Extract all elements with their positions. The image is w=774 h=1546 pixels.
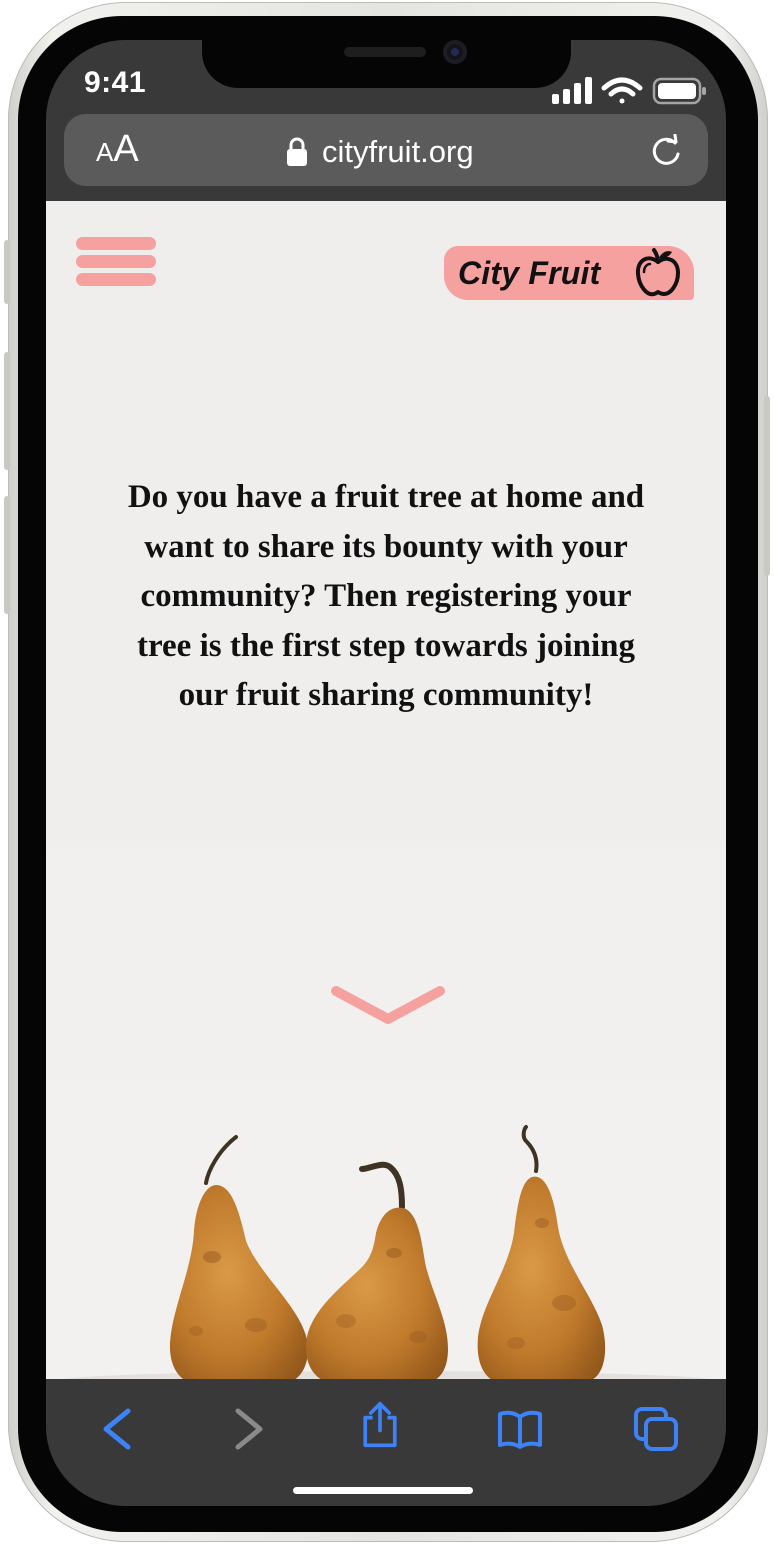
text-size-button[interactable]: AA xyxy=(96,128,139,171)
text-size-small-label: A xyxy=(96,137,114,167)
back-arrow-icon[interactable] xyxy=(94,1405,142,1453)
status-icons xyxy=(552,77,706,105)
silent-switch xyxy=(4,240,10,304)
city-fruit-logo[interactable]: City Fruit xyxy=(444,246,694,300)
lock-icon xyxy=(287,137,307,166)
reload-icon[interactable] xyxy=(650,134,684,168)
signal-icon xyxy=(552,77,592,104)
notch xyxy=(202,40,571,88)
forward-arrow-icon[interactable] xyxy=(224,1405,272,1453)
pears-image xyxy=(46,1081,726,1379)
url-text: cityfruit.org xyxy=(322,134,474,169)
battery-icon xyxy=(652,77,706,105)
intro-text: Do you have a fruit tree at home and wan… xyxy=(127,479,645,713)
power-button xyxy=(764,396,770,576)
tabs-icon[interactable] xyxy=(632,1405,680,1453)
hamburger-menu-icon[interactable] xyxy=(76,237,156,287)
book-icon[interactable] xyxy=(496,1405,544,1453)
volume-down-button xyxy=(4,496,10,614)
share-icon[interactable] xyxy=(356,1401,404,1449)
home-indicator[interactable] xyxy=(293,1487,473,1494)
volume-up-button xyxy=(4,352,10,470)
phone-screen: 9:41 AA cityfruit.org City Fruit Do you … xyxy=(46,40,726,1506)
address-bar[interactable]: AA cityfruit.org xyxy=(64,114,708,186)
menu-bar-middle xyxy=(76,255,156,268)
menu-bar-top xyxy=(76,237,156,250)
menu-bar-bottom xyxy=(76,273,156,286)
apple-icon xyxy=(635,248,680,297)
url-field[interactable]: cityfruit.org xyxy=(286,132,474,172)
chevron-down-icon[interactable] xyxy=(330,983,446,1031)
web-page: City Fruit Do you have a fruit tree at h… xyxy=(46,201,726,1379)
status-time: 9:41 xyxy=(84,66,147,99)
text-size-large-label: A xyxy=(113,128,139,170)
speaker-grille xyxy=(344,47,426,57)
front-camera xyxy=(443,40,467,64)
wifi-icon xyxy=(601,77,643,104)
browser-toolbar xyxy=(46,1379,726,1506)
logo-text: City Fruit xyxy=(458,254,601,291)
